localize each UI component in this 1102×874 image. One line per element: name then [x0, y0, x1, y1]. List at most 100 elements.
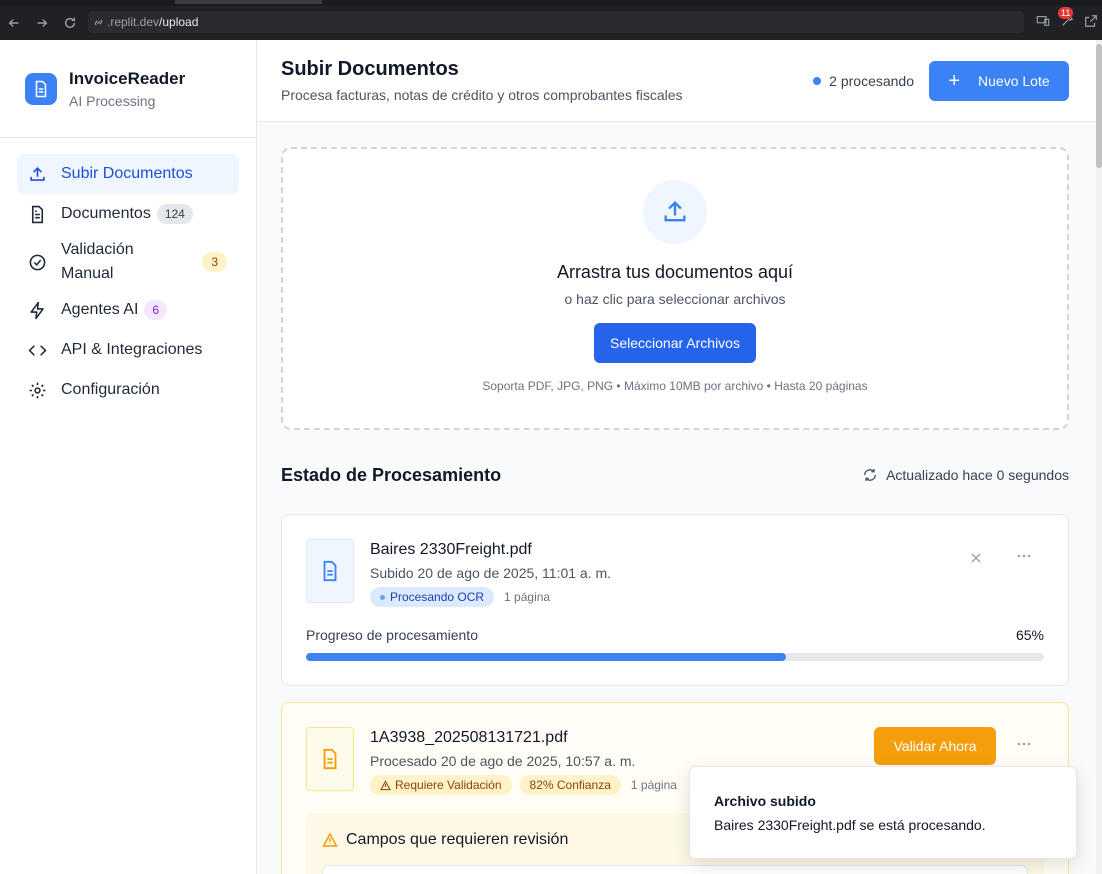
- warning-icon: [380, 779, 391, 790]
- main-content: Subir Documentos Procesa facturas, notas…: [257, 40, 1102, 874]
- arrow-right-icon: [37, 19, 48, 27]
- sidebar-nav: Subir Documentos Documentos 124 Validaci…: [0, 138, 256, 426]
- page-scrollbar[interactable]: [1096, 40, 1102, 874]
- sidebar-item-subir-documentos[interactable]: Subir Documentos: [17, 154, 239, 194]
- warning-icon: [322, 832, 338, 847]
- app-window: InvoiceReader AI Processing Subir Docume…: [0, 40, 1102, 874]
- file-meta: Subido 20 de ago de 2025, 11:01 a. m.: [370, 565, 612, 581]
- count-badge: 3: [202, 252, 227, 272]
- close-icon: [971, 553, 981, 563]
- brand: InvoiceReader AI Processing: [0, 40, 256, 138]
- devices-icon[interactable]: [1036, 14, 1050, 33]
- plus-icon: +: [948, 70, 961, 92]
- toast-title: Archivo subido: [714, 793, 816, 809]
- confidence-badge: 82% Confianza: [519, 775, 621, 795]
- invoice-logo-icon: [25, 72, 57, 105]
- processing-status-title: Estado de Procesamiento: [281, 465, 502, 485]
- status-badge-label: Requiere Validación: [395, 778, 502, 792]
- more-horizontal-icon: [1017, 554, 1031, 558]
- upload-icon: [643, 180, 707, 244]
- file-name: 1A3938_202508131721.pdf: [370, 729, 568, 746]
- progress-label: Progreso de procesamiento: [306, 627, 478, 643]
- select-files-button[interactable]: Seleccionar Archivos: [594, 323, 756, 363]
- more-options-button[interactable]: [1014, 546, 1034, 566]
- browser-actions: 11: [1036, 6, 1102, 36]
- sidebar-item-documentos[interactable]: Documentos 124: [17, 194, 239, 234]
- page-count: 1 página: [504, 590, 551, 604]
- new-batch-button[interactable]: + Nuevo Lote: [929, 61, 1069, 101]
- more-horizontal-icon: [1017, 742, 1031, 746]
- sidebar-item-validacion-manual[interactable]: Validación Manual 3: [17, 234, 239, 290]
- count-badge: 6: [144, 300, 168, 320]
- status-badge: Procesando OCR: [370, 587, 495, 607]
- validate-now-button[interactable]: Validar Ahora: [874, 727, 996, 765]
- status-badge-label: Procesando OCR: [390, 590, 485, 604]
- url-host: .replit.dev: [107, 15, 160, 29]
- active-tab-indicator[interactable]: [175, 0, 322, 4]
- brand-subtitle: AI Processing: [69, 92, 156, 109]
- sidebar-item-label: API & Integraciones: [61, 341, 203, 358]
- sidebar-item-label: Subir Documentos: [61, 165, 193, 182]
- upload-dropzone[interactable]: Arrastra tus documentos aquí o haz clic …: [281, 147, 1069, 430]
- arrow-left-icon: [8, 19, 19, 27]
- forward-button[interactable]: [28, 9, 56, 37]
- toast-notification[interactable]: Archivo subido Baires 2330Freight.pdf se…: [689, 766, 1077, 859]
- sidebar-item-configuracion[interactable]: Configuración: [17, 370, 239, 410]
- file-card: Baires 2330Freight.pdf Subido 20 de ago …: [281, 514, 1069, 686]
- file-icon: [306, 727, 354, 791]
- open-external-icon[interactable]: [1084, 14, 1098, 33]
- page-count: 1 página: [630, 778, 677, 792]
- dropzone-subtitle: o haz clic para seleccionar archivos: [564, 291, 786, 307]
- sidebar-item-label: Validación Manual: [61, 241, 134, 282]
- reload-button[interactable]: [56, 9, 84, 37]
- progress-fill: [306, 653, 786, 661]
- gear-icon: [27, 380, 47, 400]
- dropzone-title: Arrastra tus documentos aquí: [556, 262, 794, 282]
- content-scroll-area[interactable]: Arrastra tus documentos aquí o haz clic …: [257, 122, 1102, 874]
- cancel-button[interactable]: [966, 548, 986, 568]
- progress-value: 65%: [1015, 627, 1044, 643]
- file-tags: Procesando OCR 1 página: [370, 587, 550, 607]
- check-circle-icon: [27, 252, 47, 272]
- sidebar-item-label: Configuración: [61, 381, 160, 398]
- browser-toolbar: .replit.dev/upload 11: [0, 6, 1102, 40]
- page-header: Subir Documentos Procesa facturas, notas…: [257, 40, 1102, 122]
- processing-status-label: 2 procesando: [829, 73, 914, 89]
- processing-status: 2 procesando: [813, 73, 914, 89]
- code-icon: [27, 340, 47, 360]
- extension-badge: 11: [1058, 6, 1074, 19]
- address-bar[interactable]: .replit.dev/upload: [88, 11, 1024, 33]
- more-options-button[interactable]: [1014, 734, 1034, 754]
- toast-message: Baires 2330Freight.pdf se está procesand…: [714, 817, 986, 833]
- scrollbar-thumb[interactable]: [1096, 44, 1102, 168]
- file-meta: Procesado 20 de ago de 2025, 10:57 a. m.: [370, 753, 636, 769]
- document-icon: [27, 204, 47, 224]
- file-icon: [306, 539, 354, 603]
- status-dot-icon: [813, 77, 822, 85]
- last-updated-label: Actualizado hace 0 segundos: [886, 467, 1069, 483]
- bolt-icon: [27, 300, 47, 320]
- brand-name: InvoiceReader: [69, 68, 186, 88]
- extension-button[interactable]: 11: [1058, 6, 1074, 33]
- sidebar-item-label: Agentes AI: [61, 301, 139, 318]
- last-updated[interactable]: Actualizado hace 0 segundos: [862, 467, 1069, 483]
- review-field-row[interactable]: [322, 865, 1028, 874]
- status-badge: Requiere Validación: [370, 775, 512, 795]
- review-title: Campos que requieren revisión: [322, 831, 568, 849]
- progress-bar: [306, 653, 1044, 661]
- sidebar-item-label: Documentos: [61, 205, 151, 222]
- dropzone-note: Soporta PDF, JPG, PNG • Máximo 10MB por …: [482, 379, 868, 393]
- sidebar-item-agentes-ai[interactable]: Agentes AI 6: [17, 290, 239, 330]
- url-path: /upload: [159, 15, 199, 29]
- sidebar-item-api-integraciones[interactable]: API & Integraciones: [17, 330, 239, 370]
- count-badge: 124: [156, 204, 193, 224]
- file-tags: Requiere Validación 82% Confianza 1 pági…: [370, 775, 677, 795]
- link-icon: [92, 16, 105, 29]
- file-name: Baires 2330Freight.pdf: [370, 541, 532, 558]
- sidebar: InvoiceReader AI Processing Subir Docume…: [0, 40, 257, 874]
- back-button[interactable]: [0, 9, 28, 37]
- review-title-label: Campos que requieren revisión: [346, 831, 569, 848]
- dot-icon: [380, 594, 385, 600]
- reload-icon: [64, 17, 76, 29]
- new-batch-label: Nuevo Lote: [978, 73, 1050, 89]
